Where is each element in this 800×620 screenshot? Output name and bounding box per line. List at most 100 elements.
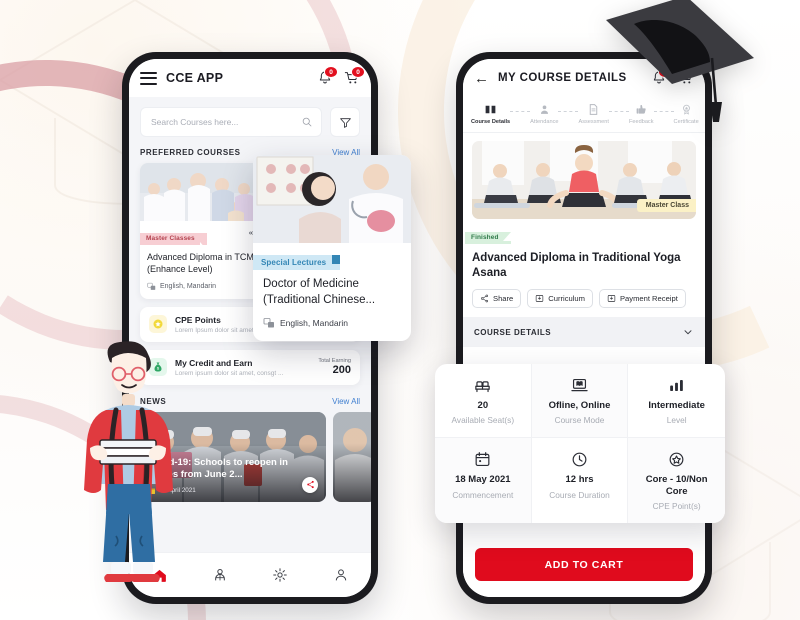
info-cell-level: Intermediate Level — [628, 364, 725, 439]
bars-icon — [670, 379, 683, 392]
doctor-consultation-photo — [253, 155, 411, 243]
course-action-chips: Share Curriculum Payment Receipt — [472, 289, 696, 309]
floating-course-card[interactable]: Special Lectures Doctor of Medicine (Tra… — [253, 155, 411, 342]
accordion-title: COURSE DETAILS — [474, 327, 552, 337]
info-label: Course Duration — [549, 489, 610, 500]
stepper-connector — [510, 111, 531, 112]
chip-label: Share — [493, 294, 514, 304]
info-label: Course Mode — [554, 415, 605, 426]
book-icon — [485, 105, 496, 114]
search-box[interactable] — [140, 107, 322, 137]
tab-label: Course Details — [471, 119, 511, 125]
graduation-cap-illustration — [606, 0, 754, 122]
clock-icon — [572, 452, 587, 467]
list-item-subtitle: Lorem ipsum dolor sit amet, consgt ... — [175, 369, 284, 377]
nav-profile[interactable] — [323, 560, 359, 590]
page-title: CCE APP — [166, 71, 224, 85]
medical-team-photo — [140, 163, 265, 221]
master-class-tag: Master Class — [636, 199, 696, 212]
info-label: Level — [666, 415, 687, 426]
course-hero-image: Master Class — [472, 141, 696, 219]
payment-receipt-button[interactable]: Payment Receipt — [598, 289, 686, 309]
share-button[interactable]: Share — [472, 289, 522, 309]
chip-label: Payment Receipt — [619, 294, 678, 304]
course-detail-block: Finished Advanced Diploma in Traditional… — [463, 219, 705, 318]
star-circle-icon — [669, 452, 684, 467]
course-details-accordion[interactable]: COURSE DETAILS — [463, 317, 705, 348]
list-item-text: My Credit and Earn Lorem ipsum dolor sit… — [175, 358, 310, 377]
stepper-connector — [558, 111, 579, 112]
download-icon — [536, 295, 544, 303]
info-value: 20 — [477, 400, 489, 411]
user-group-icon — [214, 568, 225, 581]
view-all-news[interactable]: View All — [332, 397, 360, 406]
info-cell-cpe: Core - 10/Non Core CPE Point(s) — [628, 438, 725, 524]
nav-community[interactable] — [202, 560, 238, 590]
course-card[interactable]: Master Classes Advanced Diploma in TCM (… — [140, 163, 265, 299]
chip-label: Curriculum — [548, 294, 585, 304]
info-value: 18 May 2021 — [455, 474, 511, 486]
seats-icon — [475, 381, 491, 393]
info-value: Ofline, Online — [548, 400, 611, 411]
left-bar-icons: 0 0 — [317, 66, 365, 86]
course-title: Doctor of Medicine (Traditional Chinese.… — [263, 278, 376, 306]
info-value: Core - 10/Non Core — [645, 474, 708, 497]
tab-label: Attendance — [530, 119, 559, 125]
cta-area: ADD TO CART — [463, 536, 705, 597]
notification-button[interactable]: 0 — [317, 66, 338, 86]
translate-icon — [263, 318, 274, 328]
info-label: CPE Point(s) — [652, 501, 701, 512]
student-with-books-illustration — [84, 341, 173, 582]
course-language: English, Mandarin — [147, 282, 258, 291]
cart-badge: 0 — [351, 66, 365, 78]
course-card-body: Master Classes Advanced Diploma in TCM (… — [140, 221, 265, 299]
download-icon — [607, 295, 616, 303]
list-item-title: My Credit and Earn — [175, 357, 253, 368]
mockup-stage: CCE APP 0 0 Search Courses here... PREFE… — [0, 0, 800, 620]
course-info-grid: 20 Available Seat(s) Ofline, Online Cour… — [435, 364, 725, 524]
info-cell-seats: 20 Available Seat(s) — [435, 364, 532, 439]
info-value: 12 hrs — [565, 474, 594, 486]
search-input[interactable] — [149, 116, 297, 128]
course-badge: Master Classes — [140, 232, 208, 251]
document-icon — [589, 104, 598, 115]
back-button[interactable]: ← — [474, 71, 489, 86]
gear-icon — [273, 568, 288, 582]
course-language: English, Mandarin — [263, 317, 401, 329]
left-app-bar: CCE APP 0 0 — [129, 59, 371, 97]
course-language-label: English, Mandarin — [160, 282, 217, 290]
floating-course-body: Special Lectures Doctor of Medicine (Tra… — [253, 243, 411, 341]
news-share-button[interactable] — [302, 476, 318, 493]
info-cell-commencement: 18 May 2021 Commencement — [435, 438, 532, 524]
course-title: Advanced Diploma in TCM (Enhance Level) — [147, 251, 254, 274]
info-label: Available Seat(s) — [451, 415, 515, 426]
share-icon — [306, 480, 314, 489]
laptop-icon — [571, 378, 588, 392]
profile-icon — [335, 569, 346, 581]
person-icon — [540, 105, 548, 114]
info-cell-mode: Ofline, Online Course Mode — [531, 364, 629, 439]
hamburger-icon[interactable] — [140, 71, 157, 85]
tab-course-details[interactable]: Course Details — [471, 103, 510, 125]
notification-badge: 0 — [324, 66, 338, 78]
course-language-label: English, Mandarin — [280, 318, 349, 329]
add-to-cart-button[interactable]: ADD TO CART — [475, 548, 693, 581]
course-info-card: 20 Available Seat(s) Ofline, Online Cour… — [435, 364, 725, 524]
info-label: Commencement — [452, 489, 514, 500]
curriculum-button[interactable]: Curriculum — [527, 289, 593, 309]
filter-button[interactable] — [330, 107, 360, 137]
chevron-down-icon — [684, 330, 692, 335]
course-title: Advanced Diploma in Traditional Yoga Asa… — [472, 251, 681, 279]
info-value: Intermediate — [648, 400, 705, 411]
list-item-right: Total Earning 200 — [318, 358, 351, 376]
news-card[interactable] — [333, 411, 371, 502]
status-badge: Finished — [465, 231, 511, 244]
share-icon — [481, 294, 488, 303]
nav-settings[interactable] — [262, 560, 298, 590]
search-row — [129, 97, 371, 145]
course-thumbnail — [140, 163, 265, 221]
translate-icon — [147, 282, 156, 290]
cart-button[interactable]: 0 — [344, 66, 365, 86]
info-cell-duration: 12 hrs Course Duration — [532, 438, 629, 524]
tab-attendance[interactable]: Attendance — [530, 103, 558, 125]
